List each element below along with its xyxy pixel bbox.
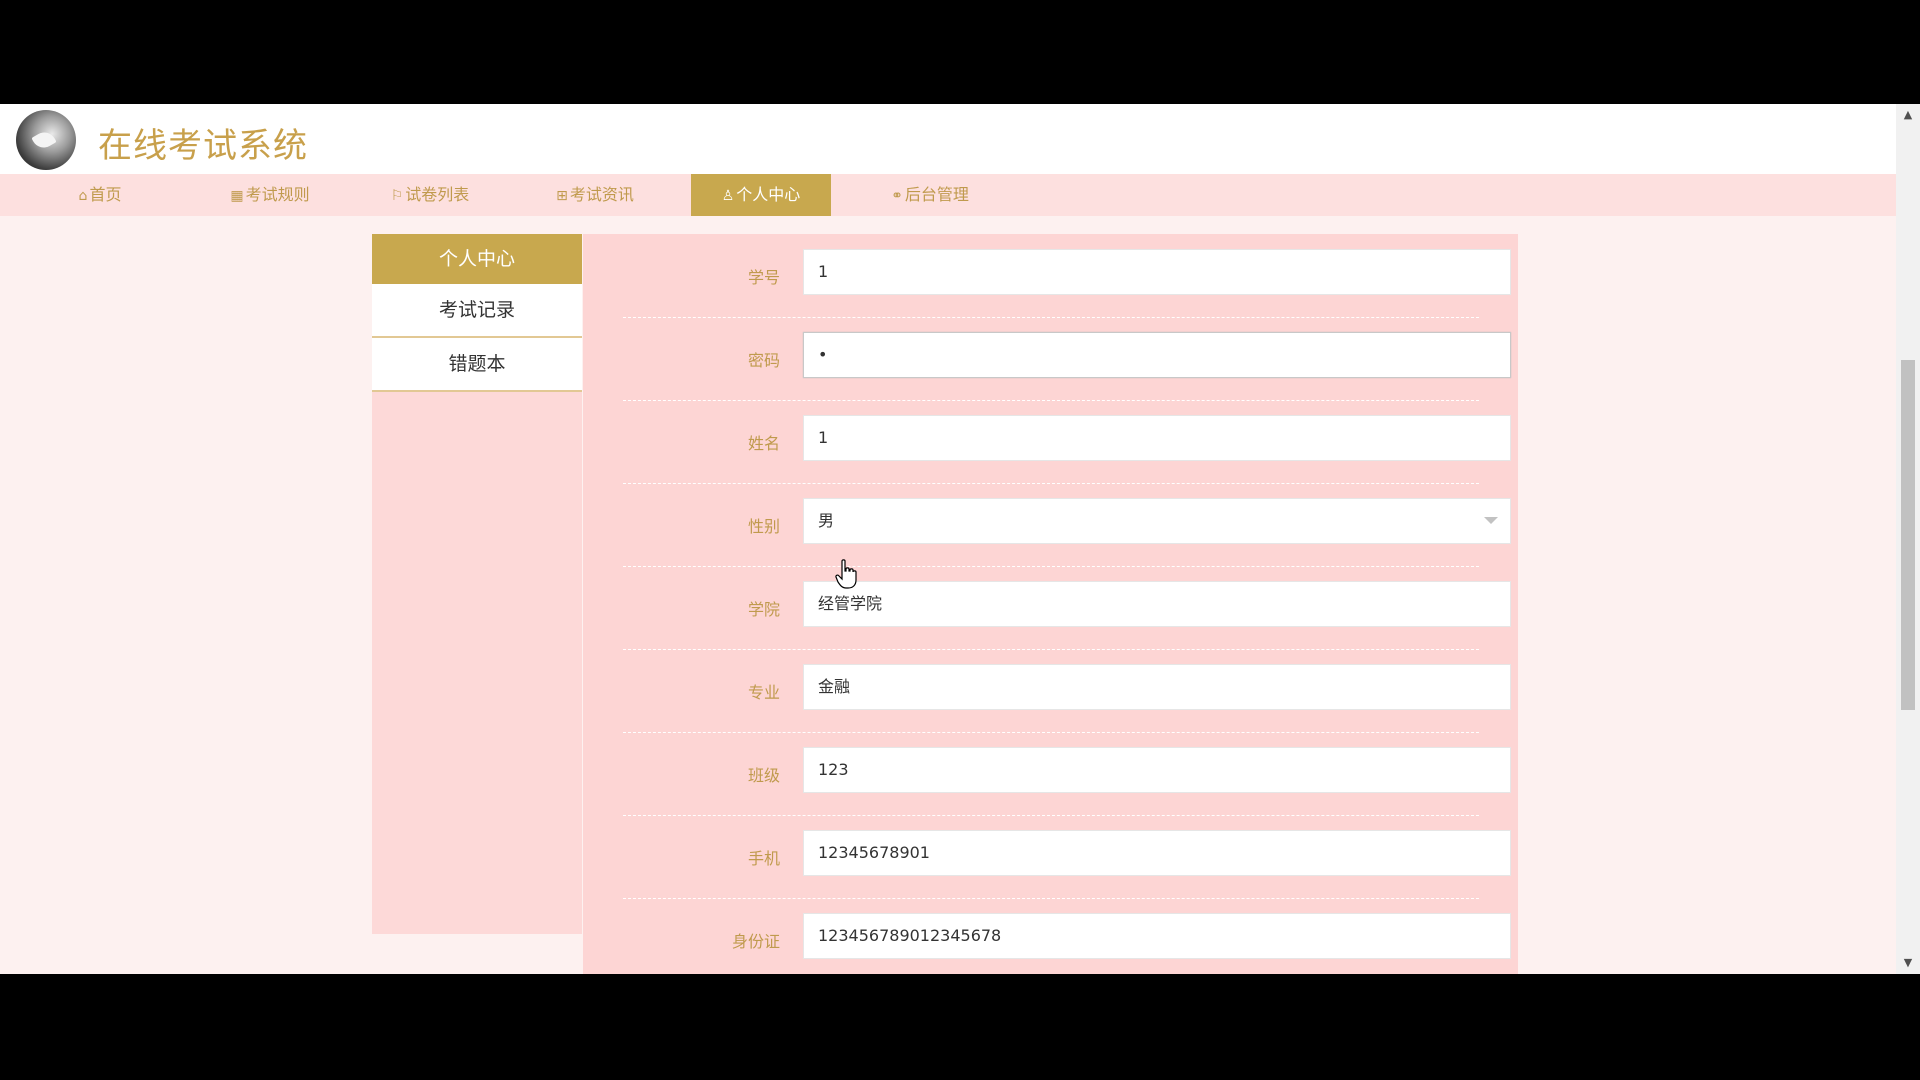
sidebar-item-wrong-questions[interactable]: 错题本: [372, 338, 582, 392]
site-logo: [16, 110, 76, 170]
college-label: 学院: [747, 600, 780, 619]
form-row-id-card: 身份证 123456789012345678: [623, 898, 1511, 974]
scrollbar-thumb[interactable]: [1901, 360, 1915, 710]
link-icon: ⚭: [891, 188, 903, 204]
nav-exam-news-label: 考试资讯: [569, 185, 634, 204]
form-row-name: 姓名 1: [623, 400, 1511, 484]
form-row-class: 班级 123: [623, 732, 1511, 816]
form-row-phone: 手机 12345678901: [623, 815, 1511, 899]
nav-personal-center[interactable]: ♙ 个人中心: [691, 174, 831, 216]
form-row-password: 密码 •: [623, 317, 1511, 401]
site-title: 在线考试系统: [98, 126, 308, 166]
password-label: 密码: [747, 351, 780, 370]
form-row-student-id: 学号 1: [623, 234, 1511, 318]
sidebar-title[interactable]: 个人中心: [372, 234, 582, 284]
grid-icon: ▦: [230, 188, 244, 204]
sidebar: 个人中心 考试记录 错题本: [372, 234, 582, 934]
major-input[interactable]: 金融: [803, 664, 1511, 710]
nav-admin[interactable]: ⚭ 后台管理: [870, 174, 990, 216]
vertical-scrollbar[interactable]: ▲ ▼: [1896, 104, 1920, 974]
student-id-input[interactable]: 1: [803, 249, 1511, 295]
scroll-up-arrow-icon[interactable]: ▲: [1896, 104, 1920, 126]
browser-viewport: 在线考试系统 ⌂ 首页 ▦ 考试规则 ⚐ 试卷列表 ⊞ 考试资讯 ♙ 个人中心 ⚭ 后台管理…: [0, 104, 1920, 974]
phone-label: 手机: [747, 849, 780, 868]
form-row-gender: 性别 男: [623, 483, 1511, 567]
hand-cursor-icon: [835, 559, 857, 589]
nav-paper-list[interactable]: ⚐ 试卷列表: [370, 174, 490, 216]
phone-input[interactable]: 12345678901: [803, 830, 1511, 876]
name-input[interactable]: 1: [803, 415, 1511, 461]
chevron-down-icon: [1484, 517, 1498, 524]
nav-exam-rules-label: 考试规则: [245, 185, 310, 204]
major-label: 专业: [747, 683, 780, 702]
gender-select-value: 男: [818, 511, 835, 530]
student-id-label: 学号: [747, 268, 780, 287]
nav-exam-news[interactable]: ⊞ 考试资讯: [535, 174, 655, 216]
nav-personal-center-label: 个人中心: [736, 185, 801, 204]
sidebar-item-exam-records[interactable]: 考试记录: [372, 284, 582, 338]
scroll-down-arrow-icon[interactable]: ▼: [1896, 952, 1920, 974]
name-label: 姓名: [747, 434, 780, 453]
profile-form-panel: 学号 1 密码 • 姓名 1 性别 男 学院 经管学院 专业 金融 班级 123…: [583, 234, 1518, 974]
class-input[interactable]: 123: [803, 747, 1511, 793]
user-icon: ♙: [721, 188, 735, 204]
apps-icon: ⊞: [556, 188, 568, 204]
form-row-major: 专业 金融: [623, 649, 1511, 733]
site-header: 在线考试系统: [0, 104, 1896, 174]
nav-paper-list-label: 试卷列表: [405, 185, 470, 204]
class-label: 班级: [747, 766, 780, 785]
gender-label: 性别: [747, 517, 780, 536]
nav-exam-rules[interactable]: ▦ 考试规则: [210, 174, 330, 216]
nav-home-label: 首页: [89, 185, 122, 204]
id-card-label: 身份证: [731, 932, 780, 951]
id-card-input[interactable]: 123456789012345678: [803, 913, 1511, 959]
gender-select[interactable]: 男: [803, 498, 1511, 544]
home-icon: ⌂: [78, 188, 88, 204]
password-input[interactable]: •: [803, 332, 1511, 378]
form-row-college: 学院 经管学院: [623, 566, 1511, 650]
flag-icon: ⚐: [390, 188, 404, 204]
college-input[interactable]: 经管学院: [803, 581, 1511, 627]
nav-home[interactable]: ⌂ 首页: [50, 174, 150, 216]
nav-admin-label: 后台管理: [904, 185, 969, 204]
main-nav: ⌂ 首页 ▦ 考试规则 ⚐ 试卷列表 ⊞ 考试资讯 ♙ 个人中心 ⚭ 后台管理: [0, 174, 1896, 216]
